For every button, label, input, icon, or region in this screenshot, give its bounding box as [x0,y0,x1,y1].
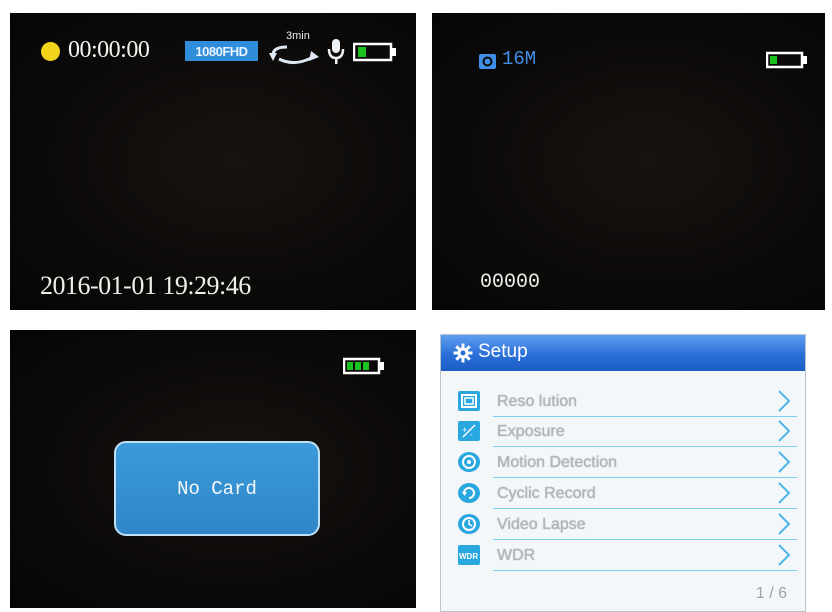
menu-item-label: Motion Detection [497,454,618,471]
resolution-badge: 1080FHD [185,41,258,61]
menu-item-cyclic-record[interactable]: Cyclic Record [455,479,797,509]
chevron-right-icon [778,451,791,473]
photo-resolution-label: 16M [502,48,537,70]
photo-counter: 00000 [480,271,541,294]
no-card-message: No Card [177,477,257,500]
row-divider [493,477,797,478]
row-divider [493,446,797,447]
menu-item-label: Reso lution [497,393,578,410]
chevron-right-icon [778,544,791,566]
row-divider [493,508,797,509]
exposure-icon: + - [458,421,480,441]
microphone-icon [327,39,345,64]
loop-duration-label: 3min [286,30,310,42]
photo-mode-screen: 16M 00000 [432,13,825,310]
date-time-stamp: 2016-01-01 19:29:46 [40,271,251,300]
svg-text:WDR: WDR [459,552,478,561]
menu-item-wdr[interactable]: WDR WDR [455,541,797,571]
menu-header: Setup [441,335,805,371]
chevron-right-icon [778,420,791,442]
chevron-right-icon [778,513,791,535]
gear-icon [453,343,473,363]
menu-item-label: Cyclic Record [497,485,596,502]
menu-item-label: Exposure [497,423,565,440]
cyclic-record-icon [458,483,480,503]
record-timer: 00:00:00 [68,37,150,63]
record-dot-icon [41,42,60,61]
battery-charging-icon [343,357,384,375]
menu-item-motion-detection[interactable]: Motion Detection [455,448,797,478]
setup-menu-screen: Setup Reso lution + - Exposure Motion Det… [440,334,806,612]
chevron-right-icon [778,482,791,504]
no-card-dialog: No Card [114,441,320,536]
menu-item-label: WDR [497,547,536,564]
motion-detection-icon [458,452,480,472]
row-divider [493,539,797,540]
video-mode-screen: 00:00:00 1080FHD 3min 2016-01-01 19:29:4… [10,13,416,310]
camera-icon [479,54,496,69]
clock-icon [458,514,480,534]
menu-title: Setup [478,341,528,362]
svg-text:-: - [470,430,473,438]
page-indicator: 1 / 6 [755,585,787,602]
battery-icon [766,51,807,69]
row-divider [493,570,797,571]
wdr-icon: WDR [458,545,480,565]
menu-item-label: Video Lapse [497,516,586,533]
resolution-icon [458,391,480,411]
no-card-screen: No Card [10,330,416,608]
chevron-right-icon [778,390,791,412]
battery-full-icon [353,42,396,62]
menu-item-exposure[interactable]: + - Exposure [455,417,797,447]
menu-item-resolution[interactable]: Reso lution [455,387,797,417]
menu-item-video-lapse[interactable]: Video Lapse [455,510,797,540]
